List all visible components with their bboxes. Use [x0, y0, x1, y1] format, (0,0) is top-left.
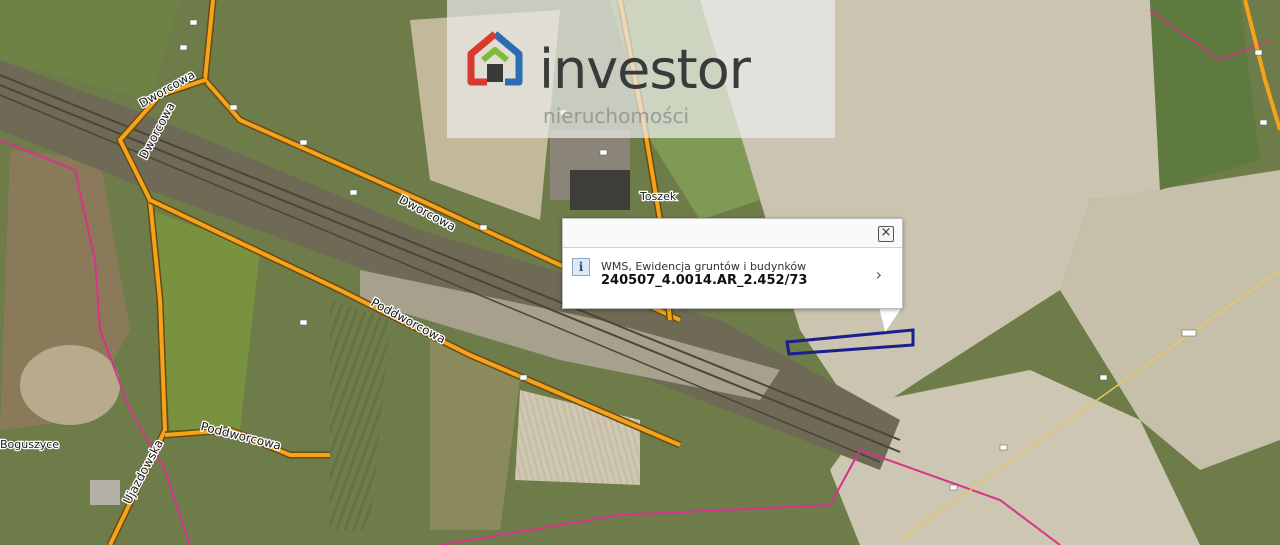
- parcel-info-popup: × i WMS, Ewidencja gruntów i budynków 24…: [562, 218, 903, 309]
- parcel-marker: [519, 374, 528, 381]
- parcel-marker: [1254, 49, 1263, 56]
- brand-subtitle: nieruchomości: [543, 104, 690, 128]
- parcel-marker: [179, 44, 188, 51]
- parcel-marker: [299, 319, 308, 326]
- parcel-marker: [1099, 374, 1108, 381]
- house-logo-icon: [467, 31, 523, 86]
- info-icon: i: [572, 258, 590, 276]
- building-block-2: [570, 170, 630, 210]
- parcel-marker: [949, 484, 958, 491]
- place-label-boguszyce: Boguszyce: [0, 438, 59, 451]
- parcel-marker: [479, 224, 488, 231]
- investor-watermark: investor nieruchomości: [447, 0, 835, 138]
- brand-name: investor: [539, 38, 751, 101]
- parcel-marker: [189, 19, 198, 26]
- popup-header: ×: [563, 219, 902, 248]
- road-label-toszek: Toszek: [639, 190, 677, 203]
- pond-area: [20, 345, 120, 425]
- parcel-marker: [1181, 329, 1197, 337]
- parcel-marker: [299, 139, 308, 146]
- popup-parcel-id[interactable]: 240507_4.0014.AR_2.452/73: [601, 273, 807, 288]
- parcel-marker: [599, 149, 608, 156]
- chevron-right-icon[interactable]: ›: [876, 265, 882, 284]
- parcel-marker: [1259, 119, 1268, 126]
- close-icon: ×: [880, 225, 892, 240]
- parcel-marker: [349, 189, 358, 196]
- building-block-3: [90, 480, 120, 505]
- parcel-marker: [229, 104, 238, 111]
- close-button[interactable]: ×: [878, 225, 894, 242]
- parcel-marker: [999, 444, 1008, 451]
- popup-layer-name: WMS, Ewidencja gruntów i budynków: [601, 260, 807, 273]
- field-northeast-green: [1150, 0, 1260, 190]
